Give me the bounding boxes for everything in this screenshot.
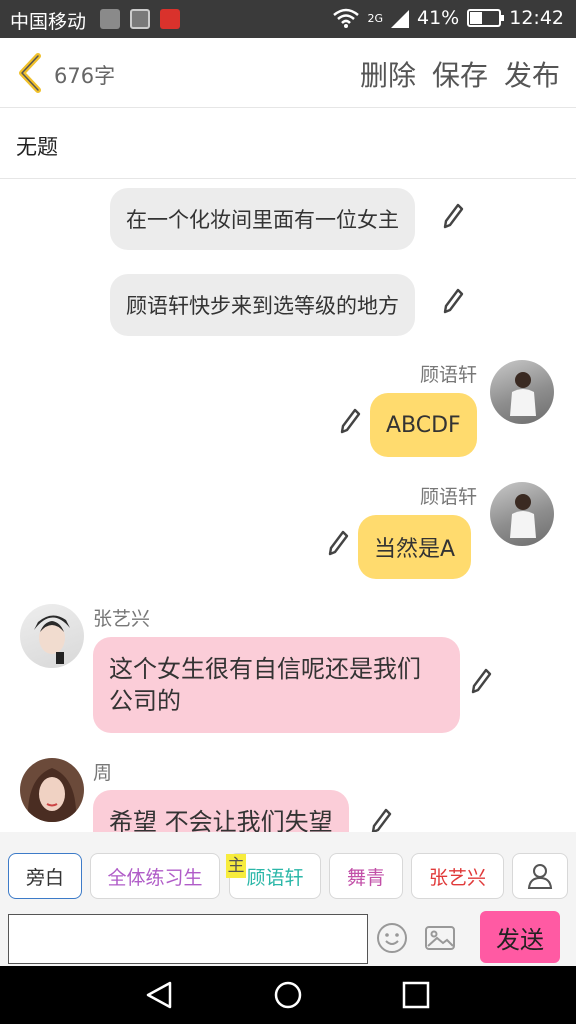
sender-name: 张艺兴	[93, 608, 151, 630]
role-label: 张艺兴	[428, 866, 486, 889]
avatar-figure-icon	[510, 494, 536, 538]
add-role-button[interactable]	[512, 853, 568, 899]
sender-name: 周	[93, 762, 113, 784]
save-button[interactable]: 保存	[432, 54, 488, 94]
person-icon	[527, 864, 553, 889]
clock: 12:42	[509, 7, 564, 29]
network-type-label: 2G	[367, 11, 383, 25]
edit-pencil-icon[interactable]	[327, 530, 349, 556]
sender-name: 顾语轩	[420, 486, 478, 508]
publish-button[interactable]: 发布	[504, 54, 560, 94]
role-label: 舞青	[346, 866, 385, 889]
message-bubble[interactable]: ABCDF	[370, 393, 477, 457]
message-text: 当然是A	[374, 537, 456, 562]
send-label: 发送	[496, 925, 544, 954]
avatar-figure-icon	[510, 372, 536, 416]
carrier-label: 中国移动	[10, 11, 87, 33]
app-notification-icon	[160, 9, 180, 29]
word-count: 676字	[54, 64, 116, 88]
role-label: 全体练习生	[107, 866, 203, 889]
wifi-icon	[333, 8, 360, 28]
send-button[interactable]: 发送	[480, 911, 560, 963]
chat-area[interactable]: 在一个化妆间里面有一位女主 顾语轩快步来到选等级的地方 顾语轩 ABCDF 顾语…	[0, 180, 576, 832]
avatar[interactable]	[490, 482, 554, 546]
avatar-face-icon	[27, 768, 77, 822]
image-notification-icon	[130, 9, 150, 29]
system-navigation-bar	[0, 966, 576, 1024]
status-bar: 中国移动 2G 41% 12:42	[0, 0, 576, 38]
message-bubble[interactable]: 这个女生很有自信呢还是我们公司的	[93, 637, 460, 733]
signal-icon	[391, 10, 409, 28]
image-icon[interactable]	[424, 922, 456, 954]
edit-pencil-icon[interactable]	[442, 203, 464, 229]
role-label: 旁白	[25, 866, 64, 889]
narration-text: 在一个化妆间里面有一位女主	[126, 208, 399, 232]
role-chip-wu-qing[interactable]: 舞青	[329, 853, 403, 899]
editor-header: 676字 删除 保存 发布	[0, 38, 576, 108]
story-title-row[interactable]: 无题	[0, 109, 576, 179]
message-text: ABCDF	[386, 412, 461, 438]
gallery-notification-icon	[100, 9, 120, 29]
role-selector-bar: 旁白 全体练习生 顾语轩 主 舞青 张艺兴	[0, 832, 576, 920]
story-title[interactable]: 无题	[16, 131, 58, 161]
sender-name: 顾语轩	[420, 364, 478, 386]
edit-pencil-icon[interactable]	[339, 408, 361, 434]
nav-home-icon[interactable]	[272, 979, 304, 1011]
message-bubble[interactable]: 当然是A	[358, 515, 472, 579]
role-label: 顾语轩	[246, 866, 304, 889]
role-chip-narration[interactable]: 旁白	[8, 853, 82, 899]
narration-text: 顾语轩快步来到选等级的地方	[126, 294, 399, 318]
message-bubble[interactable]: 希望 不会让我们失望	[93, 790, 349, 832]
emoji-icon[interactable]	[376, 922, 408, 954]
delete-button[interactable]: 删除	[360, 54, 416, 94]
battery-percent: 41%	[417, 7, 460, 29]
narration-bubble[interactable]: 在一个化妆间里面有一位女主	[110, 188, 415, 250]
avatar[interactable]	[20, 758, 84, 822]
back-chevron-icon[interactable]	[14, 52, 48, 94]
message-input[interactable]	[8, 914, 368, 964]
avatar[interactable]	[20, 604, 84, 668]
avatar-face-icon	[34, 615, 70, 664]
nav-back-icon[interactable]	[144, 979, 176, 1011]
message-text: 这个女生很有自信呢还是我们公司的	[109, 655, 421, 715]
edit-pencil-icon[interactable]	[470, 668, 492, 694]
message-input-bar: 发送	[0, 908, 576, 966]
nav-recents-icon[interactable]	[400, 979, 432, 1011]
narration-bubble[interactable]: 顾语轩快步来到选等级的地方	[110, 274, 415, 336]
edit-pencil-icon[interactable]	[370, 808, 392, 832]
avatar[interactable]	[490, 360, 554, 424]
main-role-badge: 主	[226, 854, 246, 878]
role-chip-zhang-yixing[interactable]: 张艺兴	[411, 853, 504, 899]
battery-icon	[467, 9, 505, 27]
role-chip-all-trainees[interactable]: 全体练习生	[90, 853, 220, 899]
edit-pencil-icon[interactable]	[442, 288, 464, 314]
message-text: 希望 不会让我们失望	[109, 808, 333, 832]
